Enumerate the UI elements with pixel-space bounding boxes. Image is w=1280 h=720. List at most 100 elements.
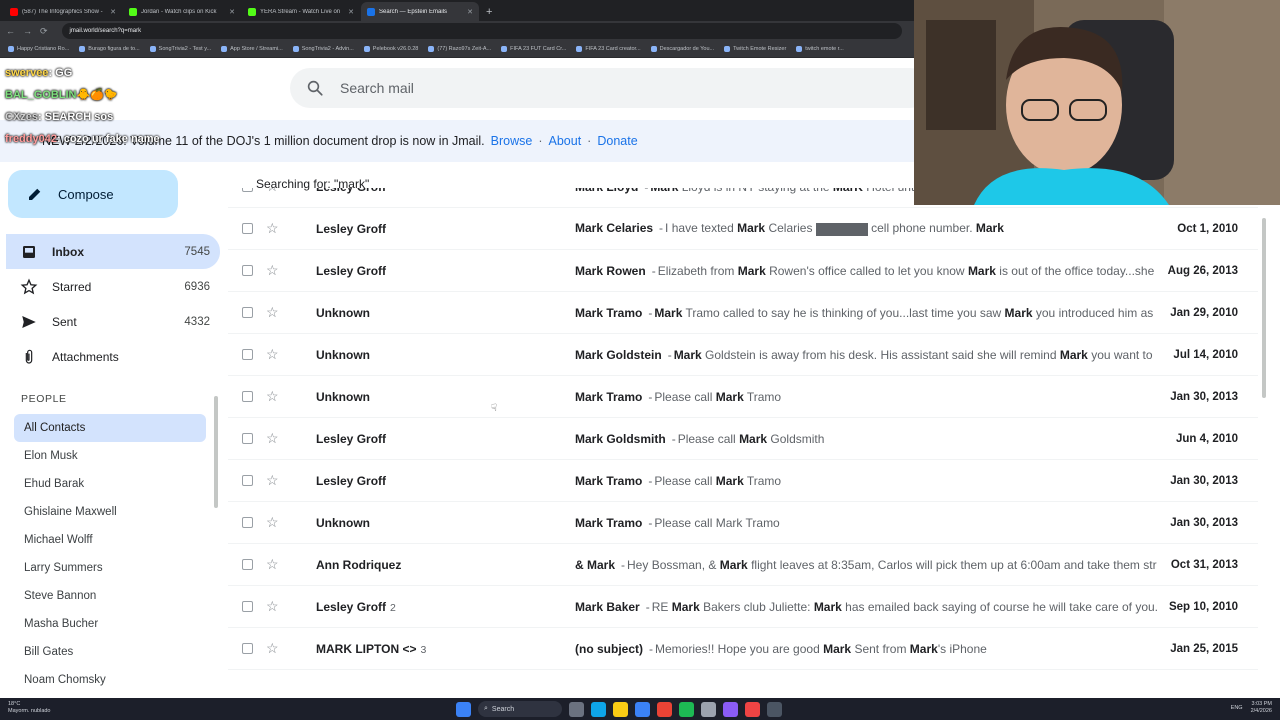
sidebar-item-sent[interactable]: Sent 4332: [6, 304, 220, 339]
contact-item[interactable]: Masha Bucher: [14, 610, 206, 638]
close-tab-icon[interactable]: ✕: [467, 8, 473, 16]
email-row[interactable]: ☆ MARK LIPTON <> 3 (no subject) - Memories!! …: [228, 628, 1258, 670]
compose-button[interactable]: Compose: [8, 170, 178, 218]
row-checkbox[interactable]: [242, 188, 253, 192]
weather-widget[interactable]: 18°C Mayorm. nublado: [8, 701, 51, 715]
close-tab-icon[interactable]: ✕: [110, 8, 116, 16]
new-tab-icon[interactable]: +: [480, 6, 498, 21]
browse-link[interactable]: Browse: [491, 134, 533, 148]
row-checkbox[interactable]: [242, 433, 253, 444]
browser-tab[interactable]: Search — Epstein Emails ✕: [361, 2, 479, 21]
discord-icon[interactable]: [723, 701, 738, 717]
contact-item[interactable]: Ehud Barak: [14, 470, 206, 498]
contact-item[interactable]: Michael Wolff: [14, 526, 206, 554]
star-icon[interactable]: ☆: [266, 640, 279, 657]
list-scrollbar[interactable]: [1262, 218, 1266, 398]
star-icon[interactable]: ☆: [266, 388, 279, 405]
forward-icon[interactable]: →: [23, 26, 32, 36]
bookmark-item[interactable]: SongTrivia2 - Test y...: [149, 46, 211, 52]
email-row[interactable]: ☆ Lesley Groff Mark Goldsmith - Please call …: [228, 418, 1258, 460]
edge-icon[interactable]: [591, 701, 606, 717]
row-checkbox[interactable]: [242, 349, 253, 360]
language-indicator[interactable]: ENG: [1231, 705, 1243, 711]
spotify-icon[interactable]: [679, 701, 694, 717]
star-icon[interactable]: ☆: [266, 346, 279, 363]
email-row[interactable]: ☆ Ann Rodriquez & Mark - Hey Bossman, & Mark…: [228, 544, 1258, 586]
row-checkbox[interactable]: [242, 601, 253, 612]
contact-item[interactable]: Noam Chomsky: [14, 666, 206, 694]
sidebar-scrollbar[interactable]: [214, 396, 218, 508]
url-input[interactable]: jmail.world/search?q=mark: [61, 23, 902, 39]
bookmark-item[interactable]: Descargador de You...: [650, 46, 714, 52]
bookmark-item[interactable]: Twitch Emote Resizer: [724, 46, 786, 52]
row-checkbox[interactable]: [242, 391, 253, 402]
contact-item[interactable]: Bill Gates: [14, 638, 206, 666]
bookmark-item[interactable]: twitch emote r...: [796, 46, 844, 52]
browser-tab[interactable]: YERA Stream - Watch Live on ✕: [242, 2, 360, 21]
row-checkbox[interactable]: [242, 307, 253, 318]
bookmark-item[interactable]: App Store / Streami...: [221, 46, 283, 52]
bookmark-label: Happy Cristiano Ro...: [17, 46, 70, 52]
email-row[interactable]: ☆ Lesley Groff Mark Tramo - Please call Mark…: [228, 460, 1258, 502]
sidebar-item-starred[interactable]: Starred 6936: [6, 269, 220, 304]
search-bar[interactable]: [290, 68, 930, 108]
star-icon[interactable]: ☆: [266, 304, 279, 321]
bookmark-item[interactable]: SongTrivia2 - Advin...: [292, 46, 354, 52]
donate-link[interactable]: Donate: [597, 134, 637, 148]
star-icon[interactable]: ☆: [266, 472, 279, 489]
browser-tab[interactable]: (587) The Infographics Show - ✕: [4, 2, 122, 21]
row-checkbox[interactable]: [242, 643, 253, 654]
row-checkbox[interactable]: [242, 265, 253, 276]
contact-item[interactable]: Larry Summers: [14, 554, 206, 582]
email-row[interactable]: ☆ Lesley Groff Mark Celaries - I have texted…: [228, 208, 1258, 250]
music-icon[interactable]: [745, 701, 760, 717]
star-icon[interactable]: ☆: [266, 598, 279, 615]
email-row[interactable]: ☆ Unknown Mark Tramo - Mark Tramo called to …: [228, 292, 1258, 334]
row-checkbox[interactable]: [242, 559, 253, 570]
back-icon[interactable]: ←: [6, 26, 15, 36]
star-icon[interactable]: ☆: [266, 188, 279, 195]
taskbar-search[interactable]: ⌕ Search: [478, 701, 562, 717]
close-tab-icon[interactable]: ✕: [229, 8, 235, 16]
row-checkbox[interactable]: [242, 517, 253, 528]
email-row[interactable]: ☆ Unknown Mark Tramo - Please call Mark Tram…: [228, 502, 1258, 544]
row-checkbox[interactable]: [242, 475, 253, 486]
email-row[interactable]: ☆ Lesley Groff 2 Mark Baker - RE Mark Bakers …: [228, 586, 1258, 628]
browser-tab[interactable]: Jordan - Watch clips on Kick ✕: [123, 2, 241, 21]
bookmark-item[interactable]: (77) Razo97s Zeit-A...: [428, 46, 491, 52]
sidebar-item-inbox[interactable]: Inbox 7545: [6, 234, 220, 269]
snippet-segment: Please call Mark Tramo: [654, 515, 780, 530]
star-icon[interactable]: ☆: [266, 514, 279, 531]
app-icon[interactable]: [701, 701, 716, 717]
bookmark-item[interactable]: Burago figura de to...: [79, 46, 140, 52]
task-view-icon[interactable]: [569, 701, 584, 717]
email-row[interactable]: ☆ Unknown Mark Goldstein - Mark Goldstein is…: [228, 334, 1258, 376]
close-tab-icon[interactable]: ✕: [348, 8, 354, 16]
contact-item[interactable]: Steve Bannon: [14, 582, 206, 610]
search-icon[interactable]: [306, 79, 324, 97]
star-icon[interactable]: ☆: [266, 556, 279, 573]
bookmark-item[interactable]: FIFA 23 Card creator...: [576, 46, 641, 52]
clock[interactable]: 3:03 PM 2/4/2026: [1251, 701, 1272, 715]
email-row[interactable]: ☆ Unknown Mark Tramo - Please call Mark Tram…: [228, 376, 1258, 418]
star-icon[interactable]: ☆: [266, 220, 279, 237]
bookmark-item[interactable]: Happy Cristiano Ro...: [8, 46, 69, 52]
email-row[interactable]: ☆ Lesley Groff Mark Rowen - Elizabeth from M…: [228, 250, 1258, 292]
star-icon[interactable]: ☆: [266, 430, 279, 447]
contact-item[interactable]: Elon Musk: [14, 442, 206, 470]
store-icon[interactable]: [635, 701, 650, 717]
bookmark-item[interactable]: Pelebook v26.0.28: [363, 46, 418, 52]
search-input[interactable]: [340, 80, 840, 96]
contact-item[interactable]: All Contacts: [14, 414, 206, 442]
contact-item[interactable]: Ghislaine Maxwell: [14, 498, 206, 526]
windows-start-icon[interactable]: [456, 701, 471, 717]
star-icon[interactable]: ☆: [266, 262, 279, 279]
obs-icon[interactable]: [767, 701, 782, 717]
row-checkbox[interactable]: [242, 223, 253, 234]
file-explorer-icon[interactable]: [613, 701, 628, 717]
sidebar-item-attachments[interactable]: Attachments: [6, 339, 220, 374]
reload-icon[interactable]: ⟳: [40, 26, 48, 37]
about-link[interactable]: About: [549, 134, 582, 148]
bookmark-item[interactable]: FIFA 23 FUT Card Cr...: [501, 46, 566, 52]
chrome-icon[interactable]: [657, 701, 672, 717]
